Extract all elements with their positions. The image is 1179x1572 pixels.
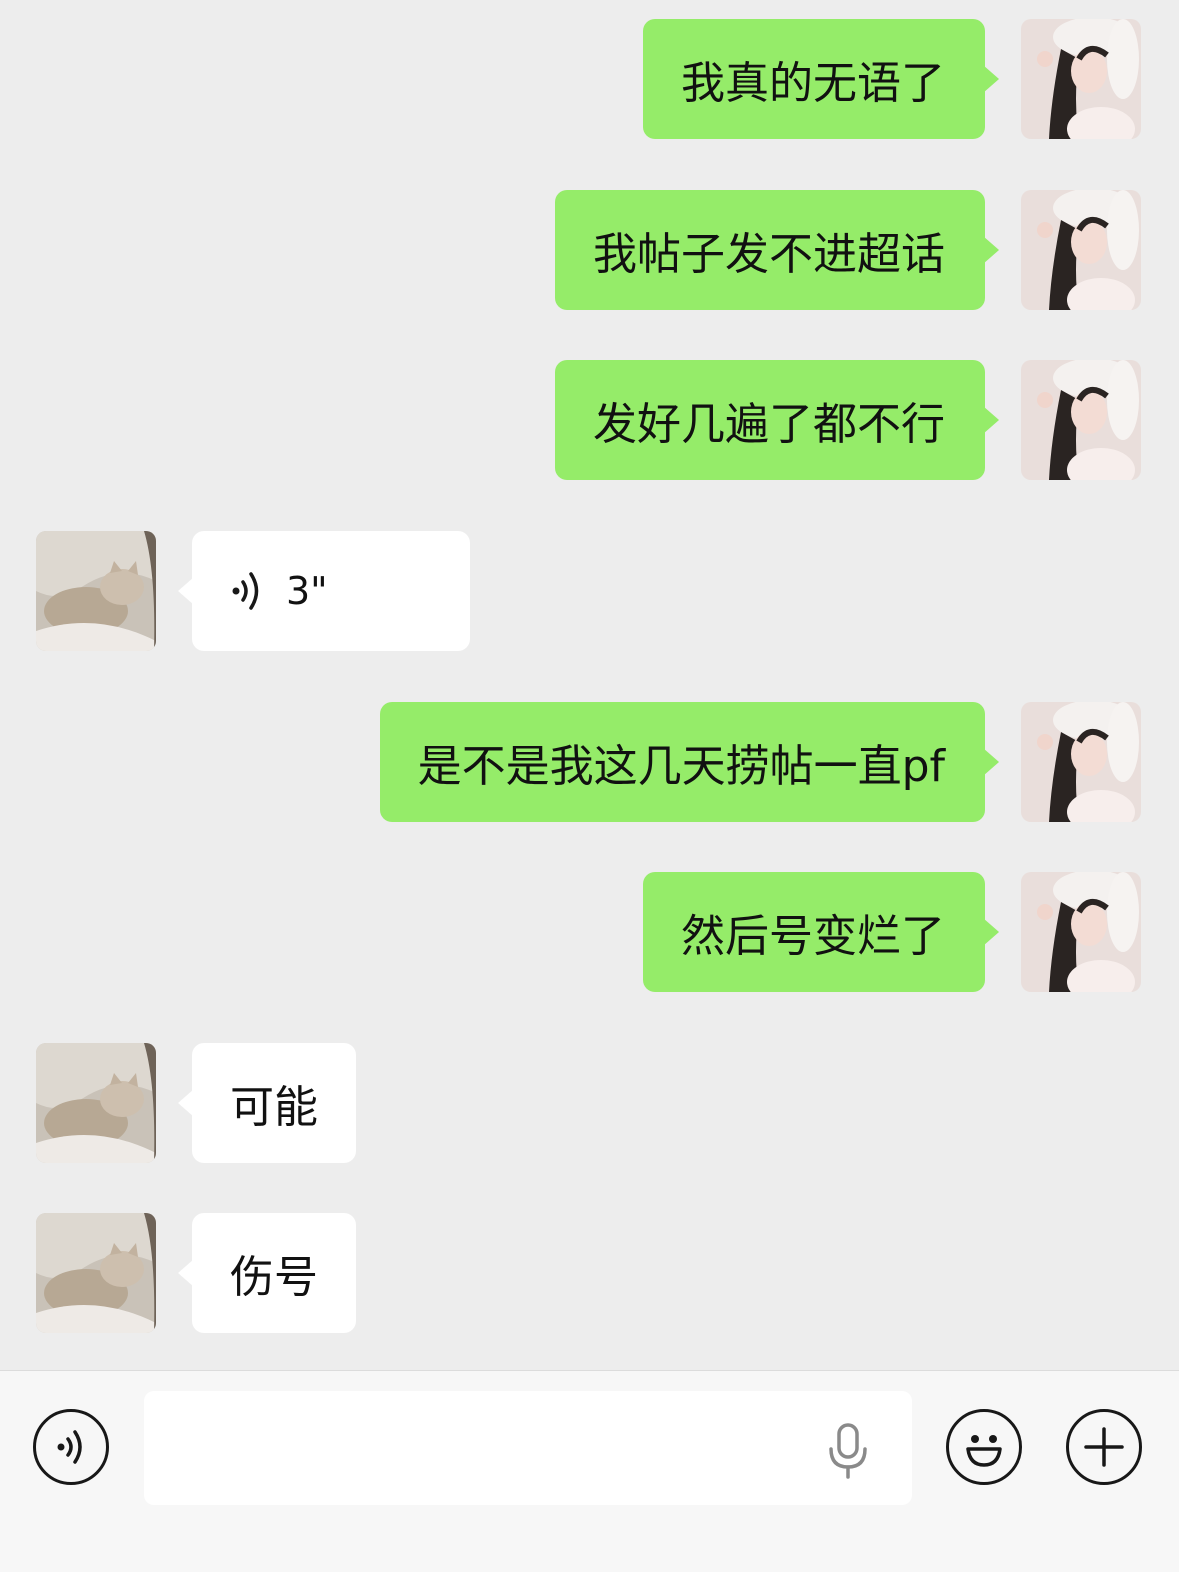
plus-button[interactable] [1066,1409,1142,1485]
sent-message-bubble[interactable]: 是不是我这几天捞帖一直pf [379,702,1000,822]
message-text: 发好几遍了都不行 [593,399,945,450]
message-row: 伤号 [0,1213,1179,1333]
sent-message-bubble[interactable]: 我帖子发不进超话 [555,190,999,310]
voice-wave-icon [232,572,259,610]
girl-avatar[interactable] [1021,360,1141,480]
emoji-icon [966,1435,1002,1467]
message-text: 我真的无语了 [681,58,945,109]
girl-avatar[interactable] [1021,19,1141,139]
message-row: 我帖子发不进超话 [0,190,1179,310]
message-input[interactable] [144,1391,912,1505]
chat-area: 我真的无语了 我帖子发不进超话 发好几遍了都不行 3" 是不是我这几天捞帖一直p… [0,0,1179,1372]
cat-avatar[interactable] [36,1213,156,1333]
girl-avatar[interactable] [1021,702,1141,822]
voice-duration: 3" [286,569,328,613]
message-text: 伤号 [230,1252,318,1303]
girl-avatar[interactable] [1021,872,1141,992]
cat-avatar[interactable] [36,1043,156,1163]
voice-mode-button[interactable] [33,1409,109,1485]
message-row: 我真的无语了 [0,19,1179,139]
message-row: 然后号变烂了 [0,872,1179,992]
voice-message-bubble[interactable]: 3" [178,531,470,651]
message-row: 可能 [0,1043,1179,1163]
message-row: 3" [0,531,1179,651]
sent-message-bubble[interactable]: 我真的无语了 [643,19,999,139]
sent-message-bubble[interactable]: 发好几遍了都不行 [555,360,999,480]
girl-avatar[interactable] [1021,190,1141,310]
voice-mode-icon [57,1430,82,1464]
message-text: 可能 [230,1082,318,1133]
message-text: 然后号变烂了 [681,911,945,962]
cat-avatar[interactable] [36,531,156,651]
emoji-button[interactable] [946,1409,1022,1485]
microphone-icon[interactable] [826,1423,870,1479]
input-bar [0,1370,1179,1572]
sent-message-bubble[interactable]: 然后号变烂了 [643,872,999,992]
message-row: 发好几遍了都不行 [0,360,1179,480]
message-text: 我帖子发不进超话 [593,229,945,280]
message-text: 是不是我这几天捞帖一直pf [417,741,945,792]
received-message-bubble[interactable]: 伤号 [178,1213,356,1333]
received-message-bubble[interactable]: 可能 [178,1043,356,1163]
message-row: 是不是我这几天捞帖一直pf [0,702,1179,822]
plus-icon [1084,1427,1124,1467]
